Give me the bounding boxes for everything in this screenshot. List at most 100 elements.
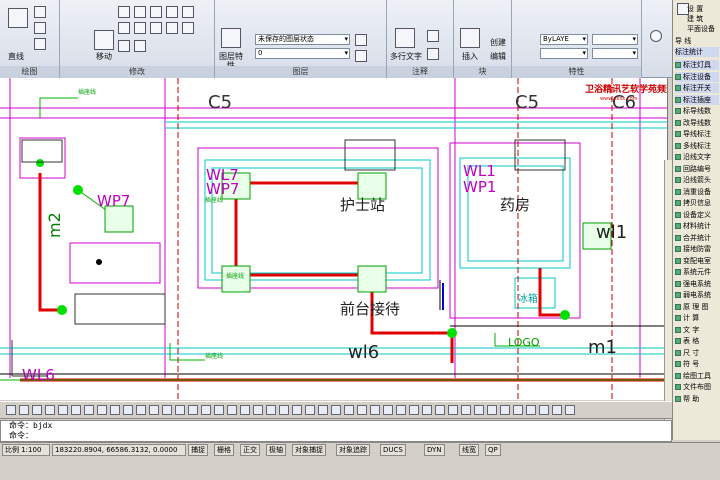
toolbar-tool-icon[interactable] [266, 405, 276, 415]
toolbar-tool-icon[interactable] [32, 405, 42, 415]
array-icon[interactable] [118, 40, 130, 52]
create-block-button[interactable]: 创建 [488, 38, 508, 47]
toolbar-tool-icon[interactable] [396, 405, 406, 415]
toolbar-tool-icon[interactable] [318, 405, 328, 415]
toolbar-tool-icon[interactable] [149, 405, 159, 415]
toolbar-tool-icon[interactable] [253, 405, 263, 415]
palette-item[interactable]: 改导线数 [675, 118, 719, 128]
toolbar-tool-icon[interactable] [136, 405, 146, 415]
palette-item[interactable]: 帮 助 [675, 394, 719, 404]
palette-item[interactable]: 接地防雷 [675, 244, 719, 254]
palette-item[interactable]: 变配电室 [675, 256, 719, 266]
trim-icon[interactable] [134, 6, 146, 18]
lineweight-select[interactable] [540, 48, 588, 59]
palette-item[interactable]: 原 理 图 [675, 302, 719, 312]
status-toggle[interactable]: 线宽 [459, 444, 479, 456]
scale-indicator[interactable]: 比例 1:100 [2, 444, 50, 456]
layer-select[interactable]: 0 [255, 48, 350, 59]
palette-item[interactable]: 标注灯具 [675, 60, 719, 70]
status-toggle[interactable]: 对象捕捉 [292, 444, 326, 456]
palette-menu-settings[interactable]: 设 置 [687, 4, 719, 14]
status-toggle[interactable]: 对象追踪 [336, 444, 370, 456]
stretch-icon[interactable] [166, 22, 178, 34]
palette-item[interactable]: 文件布图 [675, 382, 719, 392]
linetype-select[interactable] [592, 34, 638, 45]
offset-icon[interactable] [134, 40, 146, 52]
status-toggle[interactable]: 极轴 [266, 444, 286, 456]
toolbar-tool-icon[interactable] [474, 405, 484, 415]
move-button-label[interactable]: 移动 [90, 52, 118, 61]
color-select[interactable]: ByLAYE [540, 34, 588, 45]
toolbar-tool-icon[interactable] [435, 405, 445, 415]
palette-item[interactable]: 表 格 [675, 336, 719, 346]
toolbar-tool-icon[interactable] [422, 405, 432, 415]
toolbar-tool-icon[interactable] [292, 405, 302, 415]
toolbar-tool-icon[interactable] [357, 405, 367, 415]
toolbar-tool-icon[interactable] [448, 405, 458, 415]
toolbar-tool-icon[interactable] [97, 405, 107, 415]
toolbar-tool-icon[interactable] [487, 405, 497, 415]
toolbar-tool-icon[interactable] [409, 405, 419, 415]
status-toggle[interactable]: 栅格 [214, 444, 234, 456]
move-icon[interactable] [94, 30, 114, 50]
toolbar-tool-icon[interactable] [526, 405, 536, 415]
palette-item[interactable]: 合并统计 [675, 233, 719, 243]
layer-state-select[interactable]: 未保存的图层状态 [255, 34, 350, 45]
toolbar-tool-icon[interactable] [175, 405, 185, 415]
insert-block-icon[interactable] [460, 28, 480, 48]
palette-item[interactable]: 拷贝信息 [675, 198, 719, 208]
leader-icon[interactable] [427, 48, 439, 60]
palette-item[interactable]: 尺 寸 [675, 348, 719, 358]
palette-item[interactable]: 强电系统 [675, 279, 719, 289]
extend-icon[interactable] [150, 6, 162, 18]
toolbar-tool-icon[interactable] [461, 405, 471, 415]
toolbar-tool-icon[interactable] [71, 405, 81, 415]
toolbar-tool-icon[interactable] [110, 405, 120, 415]
command-window[interactable]: 命令：bjdx 命令： [0, 420, 672, 442]
mtext-icon[interactable] [395, 28, 415, 48]
command-prompt[interactable]: 命令： [9, 431, 671, 441]
palette-item[interactable]: 多线标注 [675, 141, 719, 151]
toolbar-tool-icon[interactable] [331, 405, 341, 415]
erase-icon[interactable] [166, 6, 178, 18]
layer-freeze-icon[interactable] [355, 50, 367, 62]
toolbar-tool-icon[interactable] [513, 405, 523, 415]
palette-item[interactable]: 绘图工具 [675, 371, 719, 381]
toolbar-tool-icon[interactable] [201, 405, 211, 415]
toolbar-tool-icon[interactable] [539, 405, 549, 415]
palette-item[interactable]: 导线标注 [675, 129, 719, 139]
toolbar-tool-icon[interactable] [565, 405, 575, 415]
palette-item[interactable]: 设备定义 [675, 210, 719, 220]
layer-tool-icon[interactable] [355, 34, 367, 46]
palette-item[interactable]: 弱电系统 [675, 290, 719, 300]
drawing-canvas[interactable]: C5 C5 C6 护士站 药房 前台接待 m2 WP7 WL7 WP7 WL1 … [0, 78, 668, 400]
toolbar-tool-icon[interactable] [383, 405, 393, 415]
line-button-label[interactable]: 直线 [2, 52, 30, 61]
palette-item[interactable]: 回路编号 [675, 164, 719, 174]
palette-menu-plan-devices[interactable]: 平面设备 [687, 24, 719, 34]
palette-item[interactable]: 消重设备 [675, 187, 719, 197]
palette-item[interactable]: 标注开关 [675, 83, 719, 93]
palette-menu-building[interactable]: 建 筑 [687, 14, 719, 24]
edit-block-button[interactable]: 编辑 [488, 52, 508, 61]
explode-icon[interactable] [150, 22, 162, 34]
palette-menu-wires[interactable]: 导 线 [675, 36, 719, 46]
toolbar-tool-icon[interactable] [500, 405, 510, 415]
mirror-icon[interactable] [118, 22, 130, 34]
layer-properties-icon[interactable] [221, 28, 241, 48]
toolbar-tool-icon[interactable] [240, 405, 250, 415]
rotate-icon[interactable] [118, 6, 130, 18]
fillet-icon[interactable] [134, 22, 146, 34]
polyline-icon[interactable] [34, 6, 46, 18]
toolbar-tool-icon[interactable] [227, 405, 237, 415]
toolbar-tool-icon[interactable] [214, 405, 224, 415]
line-icon[interactable] [8, 8, 28, 28]
mtext-button-label[interactable]: 多行文字 [389, 52, 423, 61]
dimension-icon[interactable] [427, 30, 439, 42]
arc-icon[interactable] [34, 38, 46, 50]
palette-item[interactable]: 文 字 [675, 325, 719, 335]
scale-icon[interactable] [182, 22, 194, 34]
palette-item[interactable]: 系统元件 [675, 267, 719, 277]
status-toggle[interactable]: DYN [424, 444, 445, 456]
status-toggle[interactable]: 正交 [240, 444, 260, 456]
